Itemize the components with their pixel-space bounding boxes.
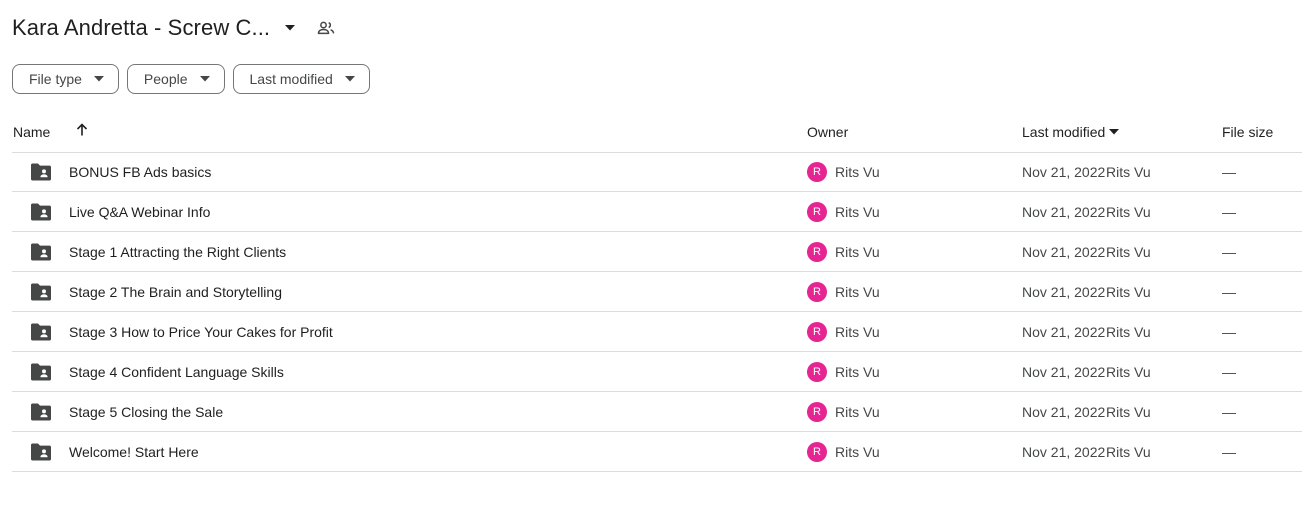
last-modified-date: Nov 21, 2022 [1022,284,1106,300]
file-row[interactable]: Stage 4 Confident Language Skills R Rits V… [12,352,1302,392]
people-icon[interactable] [316,18,336,38]
owner-avatar[interactable]: R [807,282,827,302]
file-size: — [1222,404,1236,420]
owner-name: Rits Vu [835,324,880,340]
file-row[interactable]: Stage 2 The Brain and Storytelling R Rits … [12,272,1302,312]
column-name-header[interactable]: Name [13,124,50,140]
last-modified-date: Nov 21, 2022 [1022,444,1106,460]
filter-chip-label: People [143,71,188,87]
last-modified-by: Rits Vu [1106,244,1151,260]
file-name[interactable]: Welcome! Start Here [69,444,199,460]
owner-name: Rits Vu [835,404,880,420]
shared-folder-icon [31,203,51,221]
file-row[interactable]: Stage 1 Attracting the Right Clients R Rit… [12,232,1302,272]
shared-folder-icon [31,323,51,341]
last-modified-by: Rits Vu [1106,204,1151,220]
file-size: — [1222,204,1236,220]
file-size: — [1222,244,1236,260]
shared-folder-icon [31,243,51,261]
last-modified-by: Rits Vu [1106,284,1151,300]
file-name[interactable]: Stage 2 The Brain and Storytelling [69,284,282,300]
shared-folder-icon [31,363,51,381]
last-modified-by: Rits Vu [1106,444,1151,460]
file-row[interactable]: BONUS FB Ads basics R Rits Vu Nov 21, 2022 R… [12,152,1302,192]
last-modified-by: Rits Vu [1106,164,1151,180]
shared-folder-icon [31,403,51,421]
owner-avatar[interactable]: R [807,402,827,422]
file-name[interactable]: Stage 5 Closing the Sale [69,404,223,420]
last-modified-by: Rits Vu [1106,404,1151,420]
chevron-down-icon [344,76,355,82]
shared-folder-icon [31,283,51,301]
column-last-modified-label: Last modified [1022,124,1106,140]
file-size: — [1222,164,1236,180]
owner-name: Rits Vu [835,244,880,260]
column-header-row: Name Owner Last modified File size [12,116,1302,153]
filter-chip-label: Last modified [249,71,333,87]
last-modified-by: Rits Vu [1106,364,1151,380]
file-size: — [1222,324,1236,340]
file-name[interactable]: Live Q&A Webinar Info [69,204,210,220]
file-row[interactable]: Welcome! Start Here R Rits Vu Nov 21, 2022 R… [12,432,1302,472]
last-modified-date: Nov 21, 2022 [1022,404,1106,420]
filter-bar: File type People Last modified [12,64,370,94]
file-name[interactable]: Stage 1 Attracting the Right Clients [69,244,286,260]
file-name[interactable]: BONUS FB Ads basics [69,164,211,180]
owner-name: Rits Vu [835,364,880,380]
last-modified-date: Nov 21, 2022 [1022,324,1106,340]
file-size: — [1222,444,1236,460]
shared-folder-icon [31,163,51,181]
last-modified-date: Nov 21, 2022 [1022,244,1106,260]
filter-chip-people[interactable]: People [126,64,225,94]
filter-chip-last-modified[interactable]: Last modified [232,64,370,94]
file-row[interactable]: Stage 3 How to Price Your Cakes for Prof… [12,312,1302,352]
filter-chip-file-type[interactable]: File type [12,64,119,94]
column-last-modified-header[interactable]: Last modified [1022,124,1120,140]
file-row[interactable]: Stage 5 Closing the Sale R Rits Vu Nov 21, … [12,392,1302,432]
owner-name: Rits Vu [835,204,880,220]
file-size: — [1222,364,1236,380]
chevron-down-icon [199,76,210,82]
sort-descending-icon [1109,129,1120,135]
file-row[interactable]: Live Q&A Webinar Info R Rits Vu Nov 21, 202… [12,192,1302,232]
owner-avatar[interactable]: R [807,202,827,222]
file-size: — [1222,284,1236,300]
chevron-down-icon [93,76,104,82]
folder-title[interactable]: Kara Andretta - Screw C... [12,15,270,41]
column-file-size-header[interactable]: File size [1222,124,1273,140]
owner-avatar[interactable]: R [807,322,827,342]
last-modified-date: Nov 21, 2022 [1022,204,1106,220]
owner-avatar[interactable]: R [807,242,827,262]
owner-name: Rits Vu [835,444,880,460]
owner-avatar[interactable]: R [807,362,827,382]
shared-folder-icon [31,443,51,461]
owner-avatar[interactable]: R [807,162,827,182]
last-modified-by: Rits Vu [1106,324,1151,340]
owner-avatar[interactable]: R [807,442,827,462]
file-name[interactable]: Stage 4 Confident Language Skills [69,364,284,380]
arrow-drop-down-icon[interactable] [284,24,296,32]
folder-header: Kara Andretta - Screw C... [12,12,336,44]
column-owner-header[interactable]: Owner [807,124,848,140]
file-name[interactable]: Stage 3 How to Price Your Cakes for Prof… [69,324,333,340]
file-list: BONUS FB Ads basics R Rits Vu Nov 21, 2022 R… [12,152,1302,472]
filter-chip-label: File type [29,71,82,87]
last-modified-date: Nov 21, 2022 [1022,364,1106,380]
owner-name: Rits Vu [835,164,880,180]
owner-name: Rits Vu [835,284,880,300]
last-modified-date: Nov 21, 2022 [1022,164,1106,180]
arrow-up-icon[interactable] [74,122,90,138]
